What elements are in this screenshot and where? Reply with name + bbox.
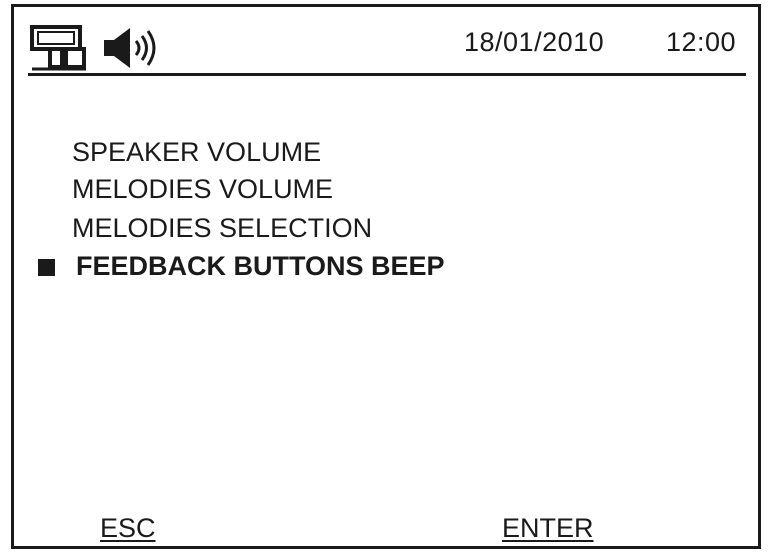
menu-item-feedback-buttons-beep[interactable]: FEEDBACK BUTTONS BEEP <box>76 251 445 282</box>
header-divider <box>28 73 746 76</box>
enter-softkey[interactable]: ENTER <box>502 513 594 544</box>
speaker-volume-icon <box>104 28 156 68</box>
date-display: 18/01/2010 <box>464 27 605 57</box>
selection-bullet-icon <box>38 259 55 276</box>
status-bar: 18/01/2010 12:00 <box>14 7 758 77</box>
network-icon <box>30 25 86 71</box>
display-screen: 18/01/2010 12:00 SPEAKER VOLUME MELODIES… <box>11 4 761 549</box>
esc-softkey[interactable]: ESC <box>100 513 156 544</box>
menu-item-speaker-volume[interactable]: SPEAKER VOLUME <box>72 137 321 168</box>
time-display: 12:00 <box>666 27 737 57</box>
menu-item-melodies-selection[interactable]: MELODIES SELECTION <box>72 213 372 244</box>
menu-item-melodies-volume[interactable]: MELODIES VOLUME <box>72 174 333 205</box>
